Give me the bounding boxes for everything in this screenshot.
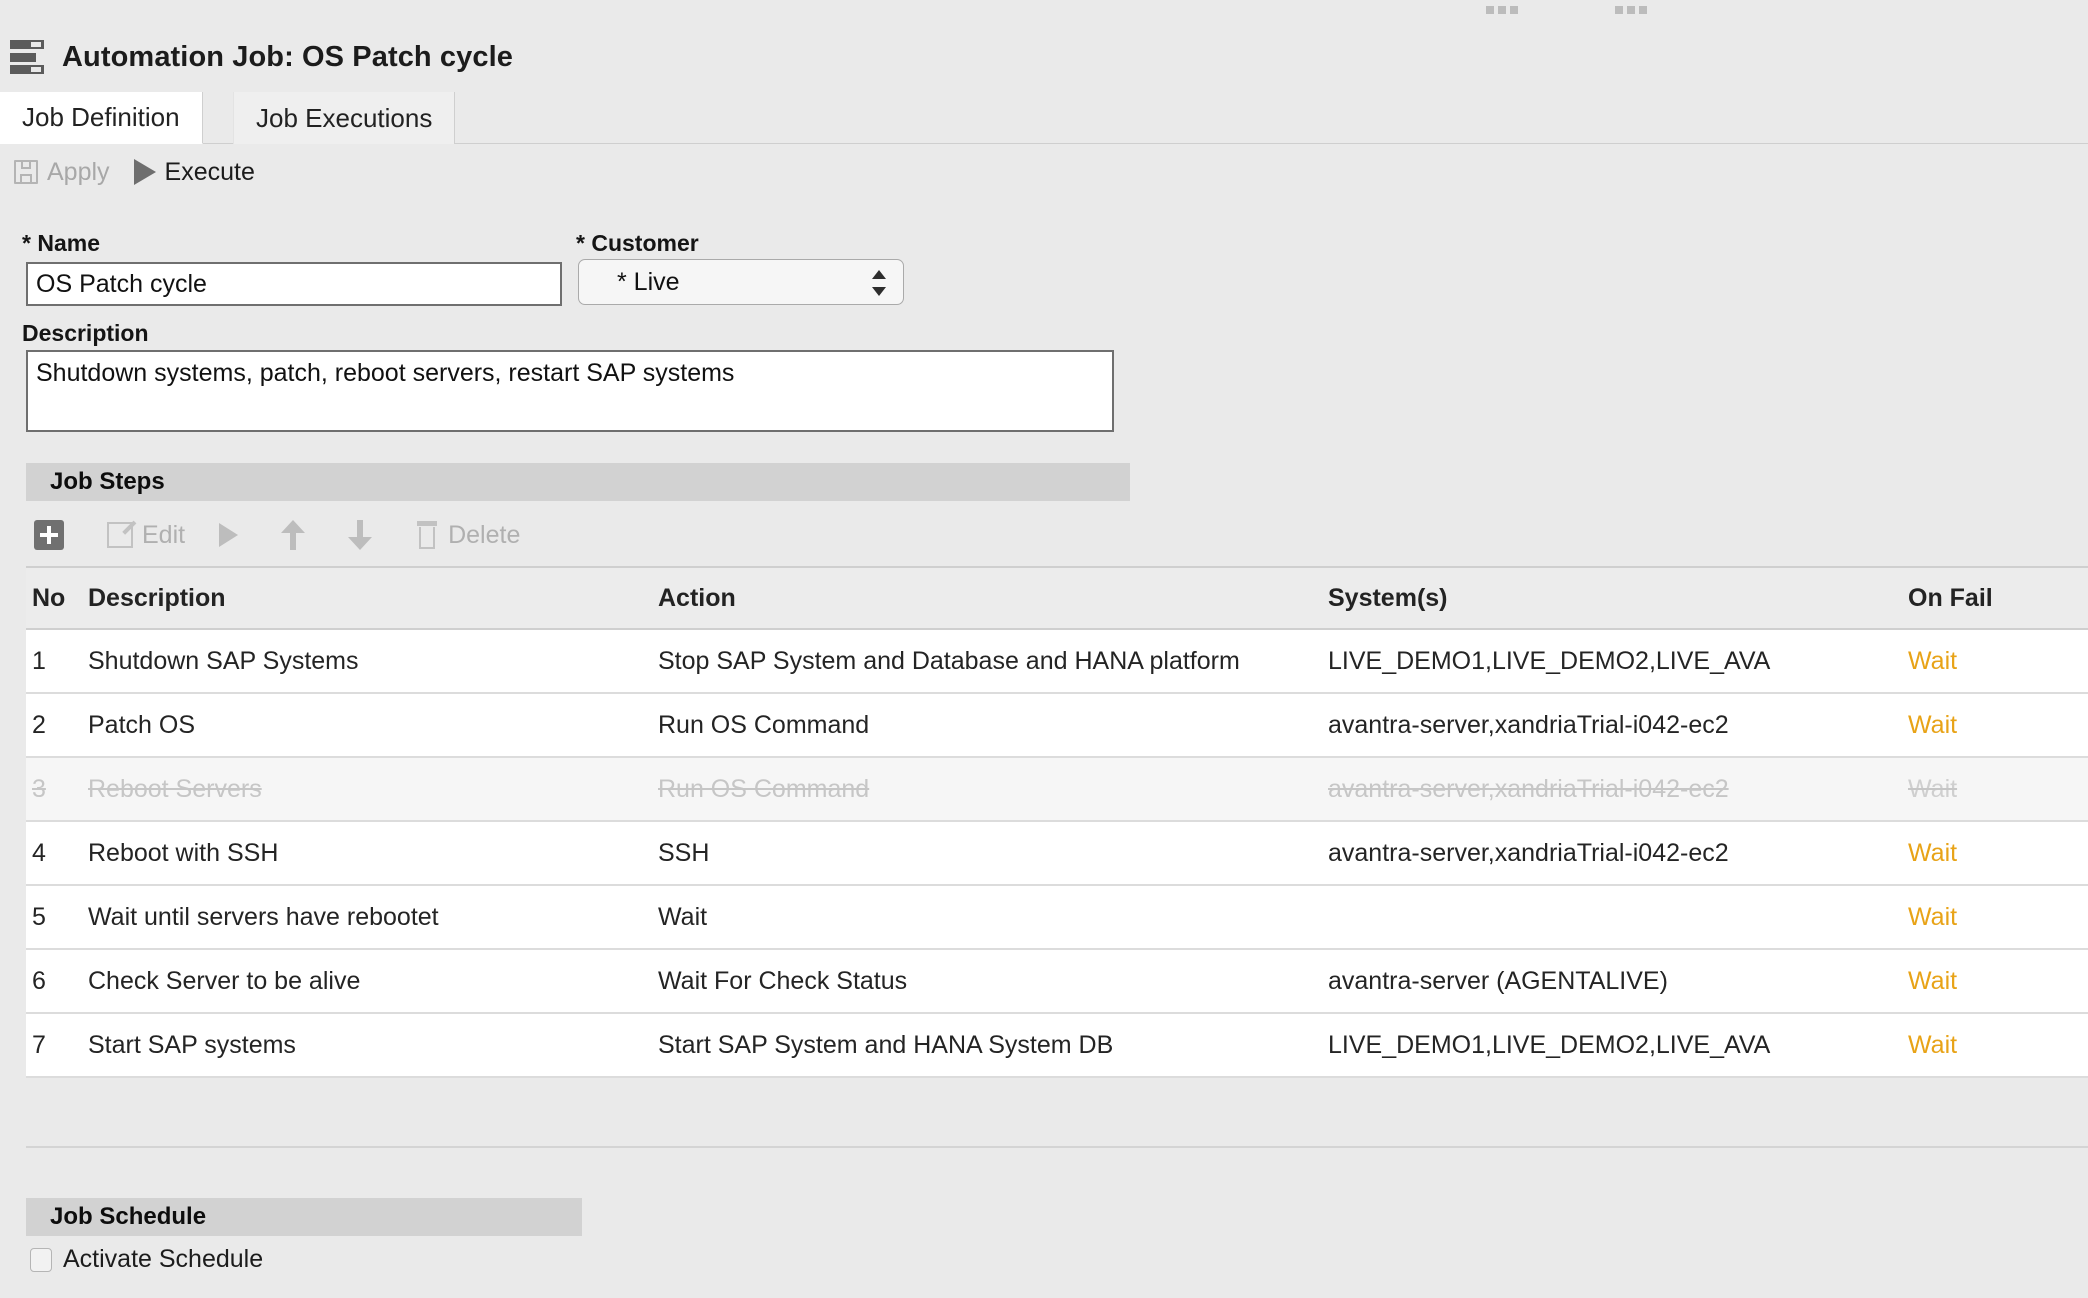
table-header-row: No Description Action System(s) On Fail [26,568,2088,630]
cell-description: Reboot with SSH [88,838,279,867]
column-header-action: Action [658,583,736,612]
job-steps-toolbar: Edit Delete [34,510,554,560]
arrow-down-icon [348,520,373,550]
name-input[interactable] [26,262,562,306]
automation-job-page: Automation Job: OS Patch cycle Job Defin… [0,0,2088,1298]
cell-description: Patch OS [88,710,195,739]
cell-systems: avantra-server (AGENTALIVE) [1328,966,1668,995]
edit-step-button[interactable]: Edit [107,521,185,550]
customer-label: * Customer [576,230,699,256]
cell-action: Run OS Command [658,774,870,803]
move-step-up-button[interactable] [281,520,314,550]
cell-no: 7 [32,1030,46,1059]
execute-button-label: Execute [164,157,255,186]
window-grips [0,6,2088,22]
cell-on-fail: Wait [1908,774,1958,803]
cell-on-fail: Wait [1908,838,1958,867]
cell-action: Wait [658,902,708,931]
page-title: Automation Job: OS Patch cycle [62,40,513,73]
job-steps-table: No Description Action System(s) On Fail … [26,566,2088,1078]
table-row[interactable]: 6 Check Server to be alive Wait For Chec… [26,950,2088,1014]
cell-action: SSH [658,838,710,867]
cell-description: Shutdown SAP Systems [88,646,359,675]
save-icon [14,160,38,184]
cell-on-fail: Wait [1908,646,1958,675]
cell-action: Run OS Command [658,710,870,739]
page-header: Automation Job: OS Patch cycle [0,22,2088,92]
play-icon [219,523,239,547]
arrow-up-icon [281,520,306,550]
description-label: Description [22,320,149,346]
customer-select[interactable]: * Live [578,259,904,305]
job-steps-section-header: Job Steps [26,463,1130,501]
action-toolbar: Apply Execute [0,144,2088,200]
job-schedule-section-header: Job Schedule [26,1198,582,1236]
execute-button[interactable]: Execute [133,157,255,187]
cell-on-fail: Wait [1908,1030,1958,1059]
cell-description: Reboot Servers [88,774,262,803]
cell-no: 2 [32,710,46,739]
play-icon [133,159,156,185]
activate-schedule-label: Activate Schedule [63,1245,264,1273]
cell-no: 1 [32,646,46,675]
activate-schedule-checkbox[interactable] [30,1247,52,1272]
cell-systems: avantra-server,xandriaTrial-i042-ec2 [1328,710,1729,739]
table-empty-area [26,1078,2088,1148]
cell-systems: LIVE_DEMO1,LIVE_DEMO2,LIVE_AVA [1328,1030,1771,1059]
apply-button[interactable]: Apply [14,158,110,187]
cell-description: Wait until servers have rebootet [88,902,439,931]
list-panel-icon [10,40,44,74]
table-row[interactable]: 5 Wait until servers have rebootet Wait … [26,886,2088,950]
cell-on-fail: Wait [1908,902,1958,931]
cell-no: 3 [32,774,46,803]
edit-step-label: Edit [142,520,186,549]
cell-systems: avantra-server,xandriaTrial-i042-ec2 [1328,838,1729,867]
move-step-down-button[interactable] [348,520,381,550]
plus-icon [34,520,64,550]
cell-systems: avantra-server,xandriaTrial-i042-ec2 [1328,774,1729,803]
delete-step-button[interactable]: Delete [415,521,520,550]
description-textarea[interactable]: Shutdown systems, patch, reboot servers,… [26,350,1114,432]
delete-step-label: Delete [448,520,521,549]
column-header-no: No [32,583,66,612]
column-header-description: Description [88,583,226,612]
add-step-button[interactable] [34,520,73,550]
trash-icon [415,521,439,549]
table-row[interactable]: 7 Start SAP systems Start SAP System and… [26,1014,2088,1078]
run-step-button[interactable] [219,523,247,547]
cell-on-fail: Wait [1908,966,1958,995]
cell-description: Check Server to be alive [88,966,361,995]
name-label: * Name [22,230,100,256]
cell-description: Start SAP systems [88,1030,296,1059]
cell-action: Start SAP System and HANA System DB [658,1030,1114,1059]
apply-button-label: Apply [47,157,110,186]
cell-on-fail: Wait [1908,710,1958,739]
cell-systems: LIVE_DEMO1,LIVE_DEMO2,LIVE_AVA [1328,646,1771,675]
drag-handle-icon-right[interactable] [1615,6,1647,14]
table-row[interactable]: 1 Shutdown SAP Systems Stop SAP System a… [26,630,2088,694]
tab-bar: Job Definition Job Executions [0,92,2088,144]
cell-no: 5 [32,902,46,931]
drag-handle-icon-left[interactable] [1486,6,1518,14]
table-row[interactable]: 4 Reboot with SSH SSH avantra-server,xan… [26,822,2088,886]
tab-job-definition[interactable]: Job Definition [0,92,203,144]
column-header-on-fail: On Fail [1908,583,1993,612]
cell-action: Wait For Check Status [658,966,908,995]
cell-action: Stop SAP System and Database and HANA pl… [658,646,1240,675]
tab-job-executions[interactable]: Job Executions [233,92,456,144]
column-header-systems: System(s) [1328,583,1448,612]
cell-no: 6 [32,966,46,995]
table-row[interactable]: 3 Reboot Servers Run OS Command avantra-… [26,758,2088,822]
table-row[interactable]: 2 Patch OS Run OS Command avantra-server… [26,694,2088,758]
cell-no: 4 [32,838,46,867]
pencil-icon [107,522,133,548]
activate-schedule-row[interactable]: Activate Schedule [30,1245,263,1274]
